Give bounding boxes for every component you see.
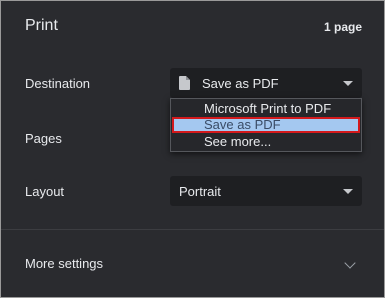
option-label: Save as PDF	[204, 117, 281, 132]
dialog-title: Print	[25, 17, 58, 34]
option-label: See more...	[204, 134, 272, 149]
destination-select[interactable]: Save as PDF	[170, 68, 362, 98]
destination-dropdown: Microsoft Print to PDF Save as PDF See m…	[170, 98, 362, 152]
destination-value: Save as PDF	[202, 76, 279, 91]
document-icon	[179, 76, 190, 90]
divider	[1, 229, 384, 230]
caret-down-icon	[343, 189, 353, 194]
more-settings-label[interactable]: More settings	[25, 256, 103, 271]
option-save-as-pdf[interactable]: Save as PDF	[172, 117, 360, 133]
layout-value: Portrait	[179, 184, 221, 199]
page-count: 1 page	[323, 20, 362, 34]
pages-label: Pages	[25, 131, 62, 146]
print-dialog: Print 1 page Destination Save as PDF Mic…	[0, 0, 385, 298]
chevron-down-icon[interactable]	[344, 257, 356, 269]
layout-select[interactable]: Portrait	[170, 176, 362, 206]
option-label: Microsoft Print to PDF	[204, 101, 332, 116]
layout-label: Layout	[25, 184, 65, 199]
option-microsoft-print-to-pdf[interactable]: Microsoft Print to PDF	[172, 101, 360, 117]
option-see-more[interactable]: See more...	[172, 134, 360, 150]
destination-label: Destination	[25, 76, 91, 91]
caret-down-icon	[343, 81, 353, 86]
